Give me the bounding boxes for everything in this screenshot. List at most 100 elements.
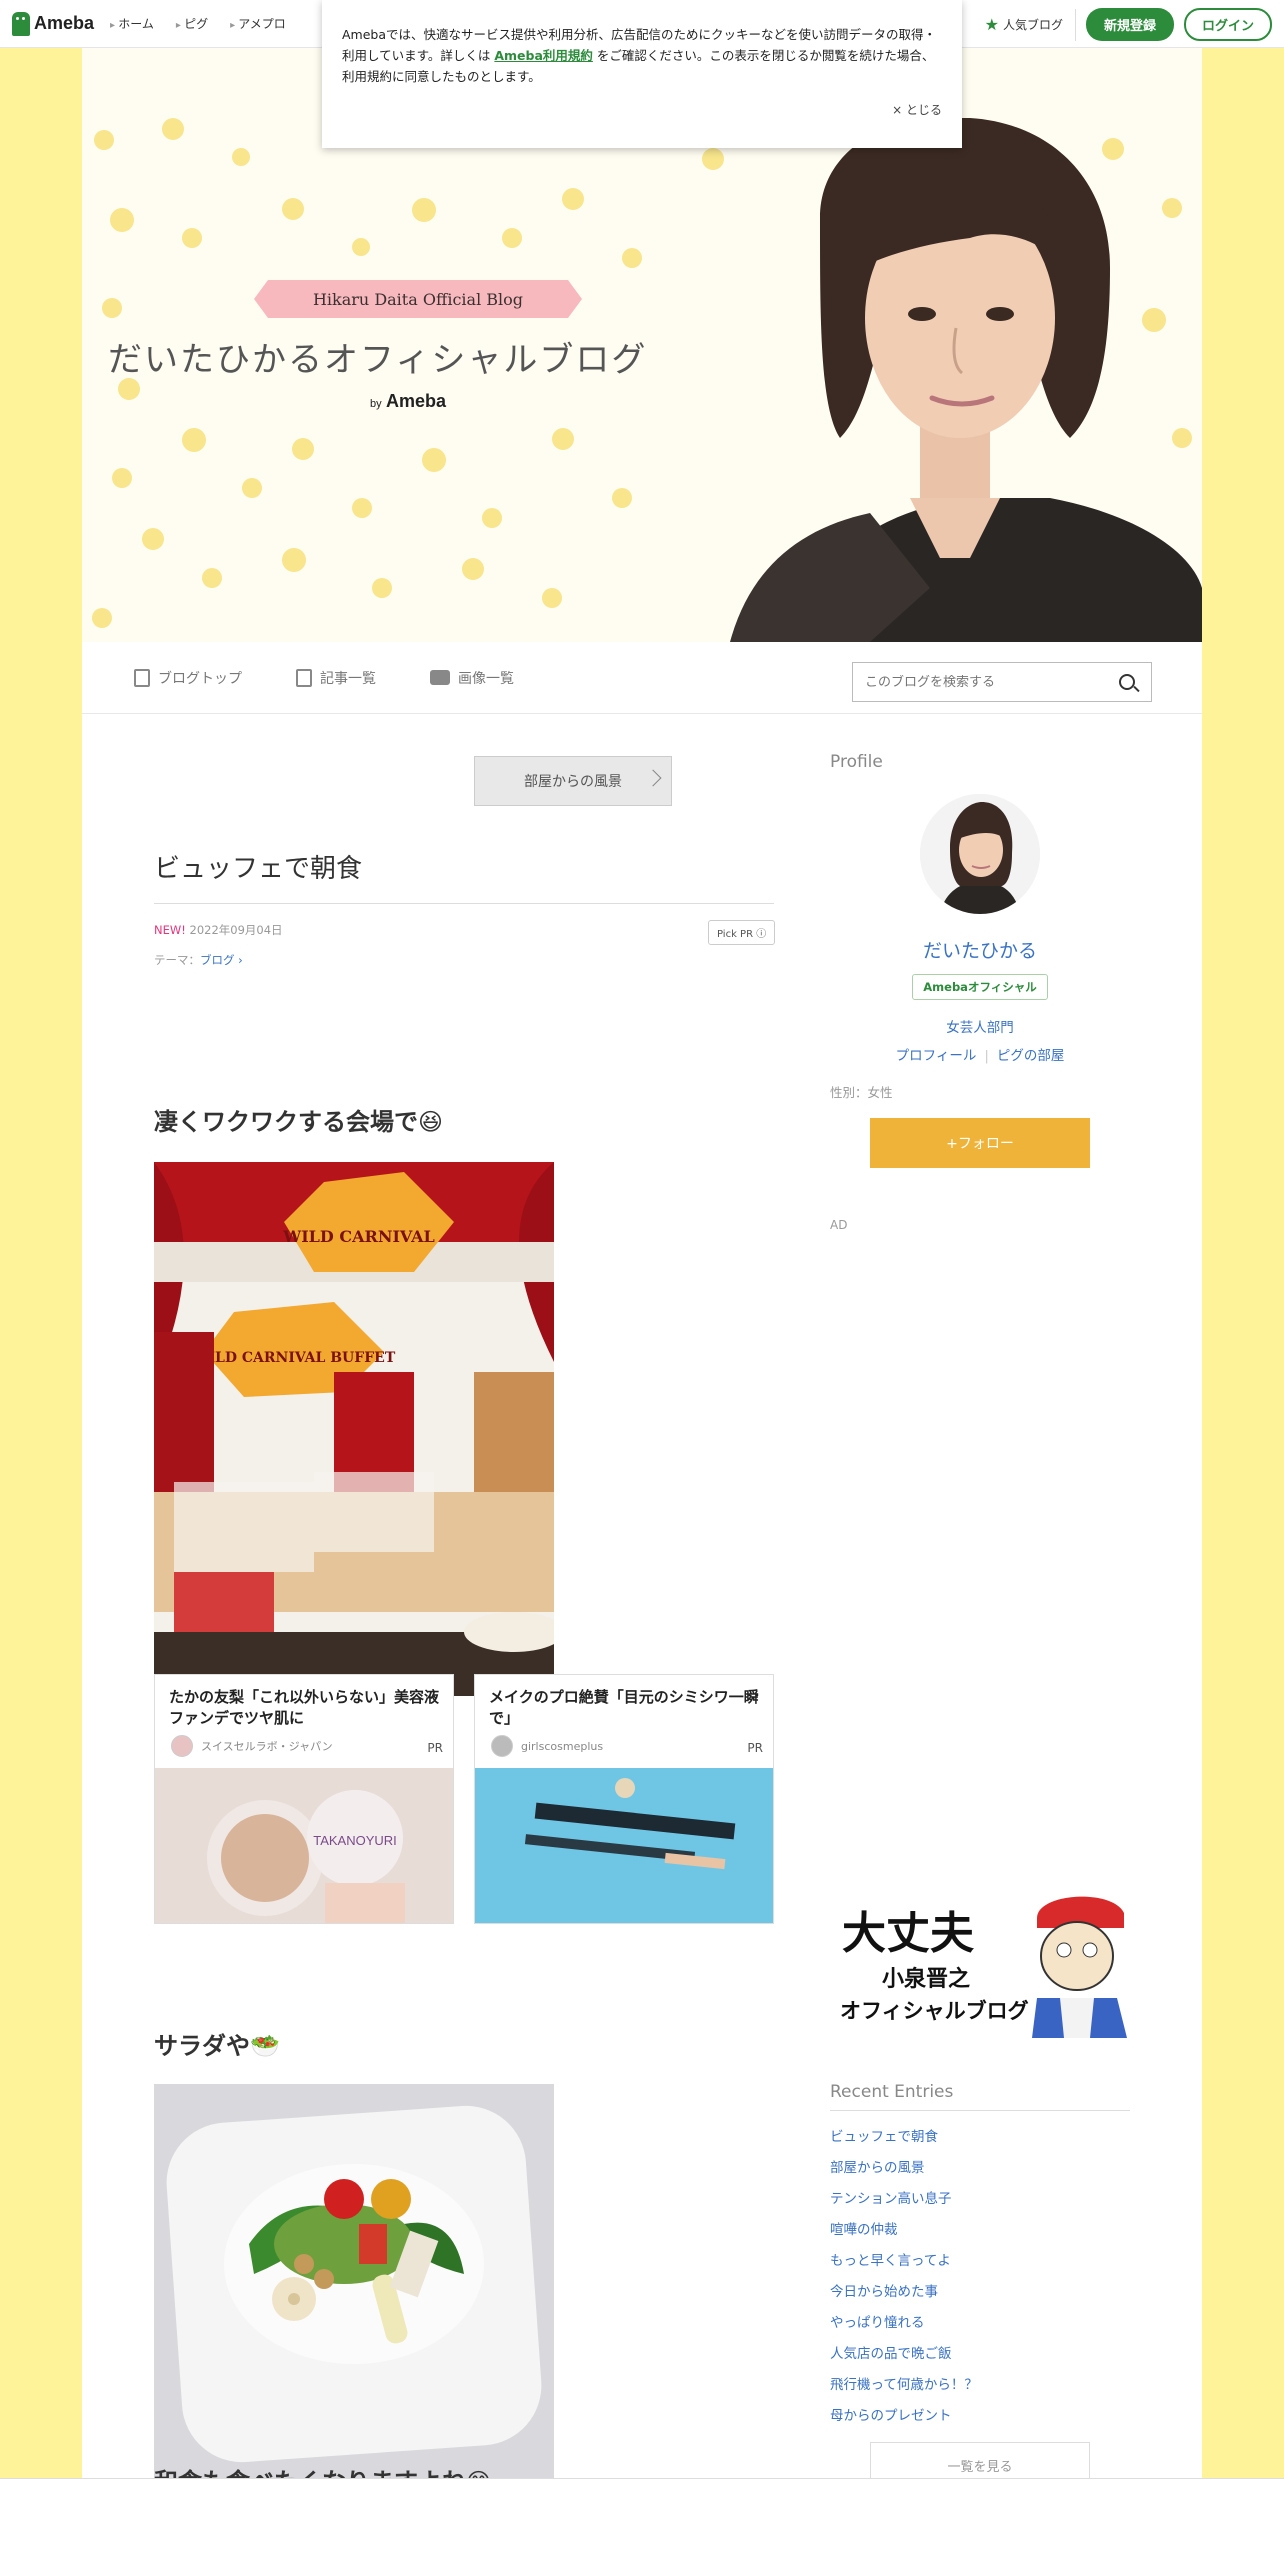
pr-label: PR: [747, 1741, 763, 1755]
decor-dot: [622, 248, 642, 268]
theme-link[interactable]: ブログ: [200, 953, 235, 967]
official-badge[interactable]: Amebaオフィシャル: [912, 974, 1048, 1000]
signup-button[interactable]: 新規登録: [1085, 8, 1174, 41]
banner-text-3: オフィシャルブログ: [840, 1999, 1029, 2023]
previous-entry-button[interactable]: 部屋からの風景: [474, 756, 672, 806]
decor-dot: [232, 148, 250, 166]
decor-dot: [352, 498, 372, 518]
svg-text:WILD CARNIVAL: WILD CARNIVAL: [282, 1227, 435, 1246]
article-date: NEW! 2022年09月04日: [154, 923, 283, 937]
decor-dot: [94, 130, 114, 150]
recent-entry-link[interactable]: やっぱり憧れる: [830, 2308, 1130, 2339]
document-icon: [134, 668, 150, 687]
by-ameba-logo: by Ameba: [370, 391, 446, 411]
decor-dot: [542, 588, 562, 608]
profile-name[interactable]: だいたひかる: [830, 936, 1130, 963]
blog-search-input[interactable]: [853, 674, 1119, 690]
decor-dot: [502, 228, 522, 248]
ad-card-1[interactable]: たかの友梨「これ以外いらない」美容液ファンデでツヤ肌に スイスセルラボ・ジャパン…: [154, 1674, 454, 1924]
follow-button[interactable]: +フォロー: [870, 1118, 1090, 1168]
decor-dot: [282, 198, 304, 220]
blog-search-box: [852, 662, 1152, 702]
nav-pigg[interactable]: ピグ: [176, 15, 208, 32]
article-theme: テーマ：ブログ ›: [154, 953, 243, 967]
svg-text:TAKANOYURI: TAKANOYURI: [313, 1833, 397, 1848]
chevron-right-icon: [644, 769, 662, 787]
decor-dot: [462, 558, 484, 580]
decor-dot: [118, 378, 140, 400]
decor-dot: [182, 428, 206, 452]
cookie-notice: Amebaでは、快適なサービス提供や利用分析、広告配信のためにクッキーなどを使い…: [322, 0, 962, 148]
decor-dot: [372, 578, 392, 598]
ad-title: メイクのプロ絶賛「目元のシミシワ一瞬で」: [489, 1688, 759, 1727]
advertiser-avatar: [171, 1735, 193, 1757]
blog-top-link[interactable]: ブログトップ: [134, 668, 242, 688]
blogger-portrait-image: [730, 118, 1202, 642]
decor-dot: [102, 298, 122, 318]
bottom-fixed-bar: [0, 2478, 1284, 2568]
ad-card-2[interactable]: メイクのプロ絶賛「目元のシミシワ一瞬で」 girlscosmeplus PR: [474, 1674, 774, 1924]
article-title[interactable]: ビュッフェで朝食: [154, 848, 774, 904]
new-badge: NEW!: [154, 923, 186, 937]
advertiser-avatar: [491, 1735, 513, 1757]
recent-entry-link[interactable]: 喧嘩の仲裁: [830, 2215, 1130, 2246]
popular-blogs-link[interactable]: ★ 人気ブログ: [984, 8, 1076, 41]
sidebar-blog-banner[interactable]: 大丈夫 小泉晋之 オフィシャルブログ: [832, 1888, 1132, 2038]
cookie-close-button[interactable]: × とじる: [892, 100, 942, 121]
ad-image: TAKANOYURI: [155, 1768, 453, 1923]
ad-image: [475, 1768, 773, 1923]
recent-entry-link[interactable]: もっと早く言ってよ: [830, 2246, 1130, 2277]
profile-avatar[interactable]: [920, 794, 1040, 914]
profile-heading: Profile: [830, 752, 883, 772]
ad-title: たかの友梨「これ以外いらない」美容液ファンデでツヤ肌に: [169, 1688, 440, 1727]
decor-dot: [282, 548, 306, 572]
article-heading-1: 凄くワクワクする会場で😆: [154, 1108, 444, 1136]
decor-dot: [242, 478, 262, 498]
blog-ribbon: Hikaru Daita Official Blog: [254, 280, 582, 318]
recent-entry-link[interactable]: 飛行機って何歳から！？: [830, 2370, 1130, 2401]
genre-link[interactable]: 女芸人部門: [830, 1016, 1130, 1036]
entry-list-link[interactable]: 記事一覧: [296, 668, 376, 688]
pigg-room-link[interactable]: ピグの部屋: [997, 1048, 1065, 1064]
global-nav: ホーム ピグ アメプロ: [110, 15, 285, 32]
profile-links: プロフィール | ピグの部屋: [895, 1048, 1065, 1064]
ad-label: AD: [830, 1218, 848, 1232]
decor-dot: [142, 528, 164, 550]
pr-label: PR: [427, 1741, 443, 1755]
recent-entry-link[interactable]: ビュッフェで朝食: [830, 2122, 1130, 2153]
ameba-dino-icon: [12, 11, 30, 36]
profile-gender: 性別：女性: [830, 1085, 893, 1100]
article-heading-2: サラダや🥗: [154, 2032, 280, 2060]
ameba-logo[interactable]: Ameba: [12, 11, 95, 36]
recent-entry-link[interactable]: 母からのプレゼント: [830, 2401, 1130, 2432]
nav-amepro[interactable]: アメプロ: [230, 15, 285, 32]
banner-text-1: 大丈夫: [842, 1908, 975, 1959]
decor-dot: [482, 508, 502, 528]
recent-entry-link[interactable]: テンション高い息子: [830, 2184, 1130, 2215]
search-icon[interactable]: [1119, 674, 1135, 690]
svg-text:WILD CARNIVAL BUFFET: WILD CARNIVAL BUFFET: [192, 1350, 396, 1366]
recent-entry-link[interactable]: 人気店の品で晩ご飯: [830, 2339, 1130, 2370]
blog-page: Hikaru Daita Official Blog だいたひかるオフィシャルブ…: [82, 48, 1202, 2568]
recent-entry-link[interactable]: 部屋からの風景: [830, 2153, 1130, 2184]
decor-dot: [352, 238, 370, 256]
nav-home[interactable]: ホーム: [110, 15, 154, 32]
cookie-notice-text: Amebaでは、快適なサービス提供や利用分析、広告配信のためにクッキーなどを使い…: [342, 27, 937, 84]
ameba-logo-text: Ameba: [34, 13, 95, 33]
decor-dot: [182, 228, 202, 248]
camera-icon: [430, 670, 450, 685]
terms-link[interactable]: Ameba利用規約: [494, 48, 593, 63]
blog-title[interactable]: だいたひかるオフィシャルブログ: [108, 332, 647, 381]
buffet-venue-photo[interactable]: WILD CARNIVAL WILD CARNIVAL BUFFET: [154, 1162, 554, 1696]
decor-dot: [412, 198, 436, 222]
image-list-link[interactable]: 画像一覧: [430, 668, 514, 688]
recent-entry-link[interactable]: 今日から始めた事: [830, 2277, 1130, 2308]
salad-photo[interactable]: [154, 2084, 554, 2484]
profile-link[interactable]: プロフィール: [896, 1048, 977, 1064]
login-button[interactable]: ログイン: [1183, 8, 1272, 41]
ad-source: スイスセルラボ・ジャパン PR: [155, 1731, 453, 1761]
pick-pr-button[interactable]: Pick PR ⓘ: [708, 920, 776, 945]
star-icon: ★: [984, 15, 999, 34]
decor-dot: [552, 428, 574, 450]
decor-dot: [292, 438, 314, 460]
